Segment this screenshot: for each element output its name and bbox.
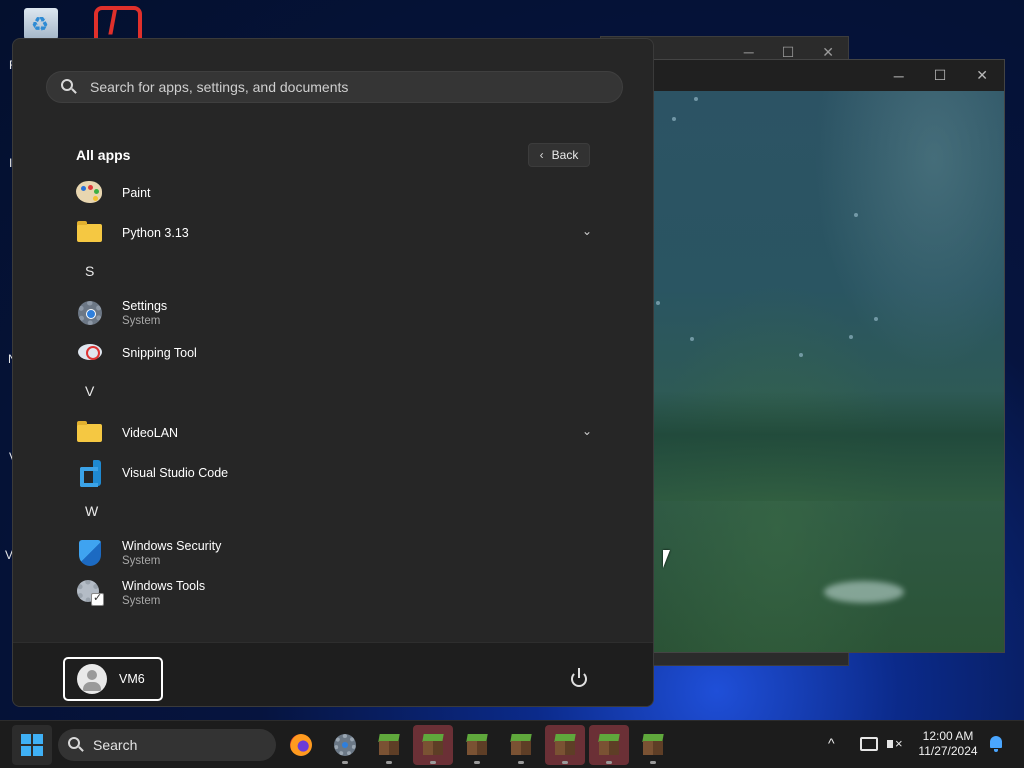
section-letter[interactable]: W [85, 503, 98, 519]
notification-bell-icon[interactable] [988, 735, 1004, 753]
app-name: Snipping Tool [122, 346, 197, 360]
app-item-settings[interactable]: Settings System [63, 294, 603, 332]
app-name: Windows Security [122, 539, 222, 553]
section-letter[interactable]: S [85, 263, 94, 279]
app-item-windows-security[interactable]: Windows Security System [63, 534, 603, 572]
close-button[interactable]: ✕ [822, 44, 834, 61]
power-icon[interactable] [569, 668, 591, 690]
app-subtitle: System [122, 315, 161, 327]
minecraft-grass-block-icon [555, 734, 575, 756]
network-icon[interactable] [860, 735, 878, 753]
app-subtitle: System [122, 595, 161, 607]
minecraft-grass-block-icon [599, 734, 619, 756]
start-menu-footer: VM6 [13, 642, 653, 706]
app-item-visual-studio-code[interactable]: Visual Studio Code [63, 454, 603, 492]
taskbar-app-minecraft[interactable] [369, 725, 409, 765]
all-apps-heading: All apps [76, 147, 131, 163]
app-name: Visual Studio Code [122, 466, 229, 480]
volume-muted-icon[interactable] [886, 735, 904, 753]
search-icon [68, 737, 84, 753]
firefox-icon [290, 734, 312, 756]
chevron-down-icon[interactable]: ⌄ [579, 424, 595, 440]
show-hidden-icons-button[interactable]: ^ [828, 735, 835, 751]
taskbar-clock[interactable]: 12:00 AM 11/27/2024 [912, 729, 984, 759]
back-button-label: Back [551, 148, 579, 162]
app-item-snipping-tool[interactable]: Snipping Tool [63, 334, 603, 372]
taskbar-app-minecraft[interactable] [545, 725, 585, 765]
app-name: Paint [122, 186, 151, 200]
settings-gear-icon [334, 734, 356, 756]
start-button[interactable] [12, 725, 52, 765]
settings-gear-icon [75, 298, 105, 328]
app-item-python-3-13[interactable]: Python 3.13 ⌄ [63, 214, 603, 252]
taskbar-search-label: Search [93, 737, 138, 753]
minecraft-grass-block-icon [379, 734, 399, 756]
folder-icon [75, 418, 105, 448]
vscode-icon [75, 458, 105, 488]
close-button[interactable]: ✕ [976, 67, 988, 84]
taskbar-app-settings[interactable] [325, 725, 365, 765]
minimize-button[interactable]: ─ [894, 68, 904, 84]
taskbar-app-minecraft[interactable] [633, 725, 673, 765]
paint-icon [75, 178, 105, 208]
taskbar-app-firefox[interactable] [281, 725, 321, 765]
windows-security-shield-icon [75, 538, 105, 568]
avatar [77, 664, 107, 694]
chevron-left-icon: ‹ [539, 148, 544, 162]
video-player-window[interactable]: ─ ☐ ✕ [653, 59, 1005, 653]
app-item-videolan[interactable]: VideoLAN ⌄ [63, 414, 603, 452]
app-name: VideoLAN [122, 426, 179, 440]
taskbar-app-minecraft[interactable] [589, 725, 629, 765]
start-search-box[interactable] [46, 71, 623, 103]
minecraft-grass-block-icon [643, 734, 663, 756]
windows-tools-icon [75, 578, 105, 608]
back-button[interactable]: ‹ Back [528, 143, 590, 167]
taskbar-search[interactable]: Search [58, 729, 276, 761]
mouse-cursor-icon [663, 550, 677, 568]
app-name: Settings [122, 299, 168, 313]
app-subtitle: System [122, 555, 161, 567]
user-account-button[interactable]: VM6 [63, 657, 163, 701]
start-menu: All apps ‹ Back Paint Python 3.13 ⌄ S Se… [12, 38, 654, 707]
folder-icon [75, 218, 105, 248]
minimize-button[interactable]: ─ [744, 44, 754, 60]
snipping-tool-icon [75, 338, 105, 368]
user-name: VM6 [119, 672, 145, 686]
taskbar-app-minecraft[interactable] [501, 725, 541, 765]
taskbar-app-minecraft[interactable] [413, 725, 453, 765]
maximize-button[interactable]: ☐ [934, 67, 947, 84]
app-item-paint[interactable]: Paint [63, 174, 603, 212]
minecraft-grass-block-icon [511, 734, 531, 756]
clock-date: 11/27/2024 [918, 744, 978, 758]
start-search-input[interactable] [90, 79, 590, 95]
taskbar: Search ^ 12:00 AM 11/27/2024 [0, 720, 1024, 768]
section-letter[interactable]: V [85, 383, 94, 399]
windows-logo-icon [21, 734, 43, 756]
chevron-down-icon[interactable]: ⌄ [579, 224, 595, 240]
app-name: Python 3.13 [122, 226, 189, 240]
clock-time: 12:00 AM [922, 729, 974, 743]
app-name: Windows Tools [122, 579, 206, 593]
app-item-windows-tools[interactable]: Windows Tools System [63, 574, 603, 612]
search-icon [61, 79, 77, 95]
video-frame[interactable] [654, 91, 1004, 652]
maximize-button[interactable]: ☐ [782, 44, 795, 61]
red-app-icon[interactable] [92, 4, 142, 43]
minecraft-grass-block-icon [467, 734, 487, 756]
minecraft-grass-block-icon [423, 734, 443, 756]
taskbar-app-minecraft[interactable] [457, 725, 497, 765]
